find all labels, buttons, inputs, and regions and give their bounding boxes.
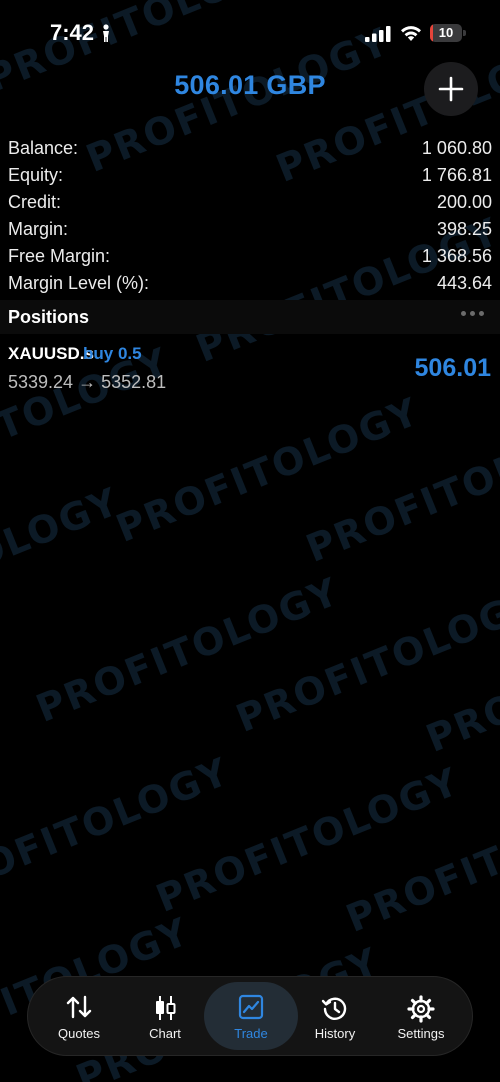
battery-nub bbox=[463, 30, 466, 36]
cellular-signal-icon bbox=[365, 26, 391, 42]
tab-label: Quotes bbox=[58, 1026, 100, 1041]
summary-row-equity: Equity: 1 766.81 bbox=[0, 162, 500, 189]
watermark-text: PROFITOLOGY bbox=[300, 409, 500, 571]
summary-value: 1 060.80 bbox=[421, 138, 492, 158]
status-bar: 7:42 10 bbox=[0, 0, 500, 66]
battery-percent: 10 bbox=[438, 25, 454, 40]
summary-value: 1 766.81 bbox=[421, 165, 492, 185]
trend-chart-icon bbox=[238, 994, 264, 1020]
position-symbol: XAUUSD.s bbox=[8, 344, 94, 363]
summary-label: Equity: bbox=[8, 165, 64, 185]
watermark-text: PROFITOLOGY bbox=[420, 599, 500, 761]
position-prices: 5339.24 → 5352.81 bbox=[8, 372, 166, 393]
summary-value: 200.00 bbox=[436, 192, 492, 212]
summary-label: Balance: bbox=[8, 138, 79, 158]
tab-quotes[interactable]: Quotes bbox=[34, 977, 124, 1055]
summary-value: 398.25 bbox=[436, 219, 492, 239]
more-options-icon[interactable] bbox=[461, 311, 484, 316]
add-order-button[interactable] bbox=[424, 62, 478, 116]
summary-row-free-margin: Free Margin: 1 368.56 bbox=[0, 243, 500, 270]
summary-value: 1 368.56 bbox=[421, 246, 492, 266]
wifi-icon bbox=[401, 26, 421, 41]
status-time: 7:42 bbox=[50, 20, 95, 45]
arrow-right-icon: → bbox=[78, 372, 97, 392]
summary-row-balance: Balance: 1 060.80 bbox=[0, 135, 500, 162]
tab-chart[interactable]: Chart bbox=[120, 977, 210, 1055]
open-price: 5339.24 bbox=[8, 372, 74, 392]
tab-settings[interactable]: Settings bbox=[376, 977, 466, 1055]
summary-label: Margin Level (%): bbox=[8, 273, 150, 293]
summary-label: Margin: bbox=[8, 219, 69, 239]
watermark-text: PROFITOLOGY bbox=[230, 579, 500, 741]
watermark-text: PROFITOLOGY bbox=[0, 749, 236, 911]
battery-indicator: 10 bbox=[430, 24, 462, 42]
watermark-text: PROFITOLOGY bbox=[340, 779, 500, 941]
summary-value: 443.64 bbox=[436, 273, 492, 293]
tab-label: Settings bbox=[397, 1026, 445, 1041]
current-price: 5352.81 bbox=[101, 372, 167, 392]
candlestick-icon bbox=[156, 996, 176, 1020]
summary-label: Credit: bbox=[8, 192, 62, 212]
plus-icon bbox=[438, 76, 464, 102]
tab-history[interactable]: History bbox=[290, 977, 380, 1055]
tab-label: Trade bbox=[234, 1026, 268, 1041]
tab-bar: Quotes Chart Trade History Settings bbox=[27, 976, 473, 1056]
history-clock-icon bbox=[321, 997, 347, 1020]
positions-title: Positions bbox=[8, 307, 90, 327]
position-profit: 506.01 bbox=[414, 354, 491, 382]
tab-label: History bbox=[314, 1026, 356, 1041]
watermark-text: PROFITOLOGY bbox=[150, 759, 466, 921]
arrows-up-down-icon bbox=[66, 995, 92, 1019]
watermark-text: PROFITOLOGY bbox=[0, 479, 126, 641]
watermark-text: PROFITOLOGY bbox=[30, 569, 346, 731]
summary-row-margin: Margin: 398.25 bbox=[0, 216, 500, 243]
person-icon bbox=[103, 24, 109, 42]
gear-icon bbox=[407, 995, 435, 1023]
summary-row-margin-level: Margin Level (%): 443.64 bbox=[0, 270, 500, 297]
watermark-text: PROFITOLOGY bbox=[110, 389, 426, 551]
summary-label: Free Margin: bbox=[8, 246, 111, 266]
tab-label: Chart bbox=[149, 1026, 181, 1041]
account-summary: Balance: 1 060.80 Equity: 1 766.81 Credi… bbox=[0, 135, 500, 297]
tab-trade[interactable]: Trade bbox=[204, 982, 298, 1050]
summary-row-credit: Credit: 200.00 bbox=[0, 189, 500, 216]
positions-section-header: Positions bbox=[0, 300, 500, 334]
position-side: buy 0.5 bbox=[83, 344, 142, 363]
position-row[interactable]: XAUUSD.s buy 0.5 5339.24 → 5352.81 506.0… bbox=[0, 338, 500, 400]
